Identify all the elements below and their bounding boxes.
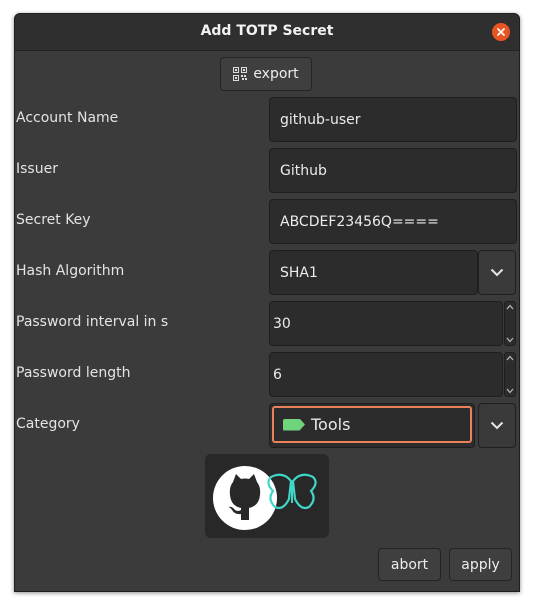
add-totp-dialog: Add TOTP Secret export Account Name gith… <box>14 13 520 592</box>
close-icon <box>497 28 505 36</box>
category-focus-ring[interactable]: Tools <box>272 406 472 443</box>
account-name-value: github-user <box>280 111 361 128</box>
abort-button[interactable]: abort <box>378 548 441 581</box>
password-interval-spinbox[interactable]: 30 <box>269 301 503 346</box>
password-length-value: 6 <box>273 366 282 383</box>
apply-label: apply <box>461 556 500 573</box>
password-interval-value: 30 <box>273 315 291 332</box>
issuer-label: Issuer <box>16 161 58 177</box>
chevron-up-icon[interactable] <box>506 355 514 361</box>
close-button[interactable] <box>492 23 510 41</box>
category-label: Category <box>16 416 80 432</box>
apply-button[interactable]: apply <box>449 548 512 581</box>
window-title: Add TOTP Secret <box>200 23 334 39</box>
tag-icon <box>283 418 305 431</box>
titlebar: Add TOTP Secret <box>15 14 519 51</box>
chevron-down-icon[interactable] <box>506 388 514 394</box>
chevron-down-icon <box>490 268 504 277</box>
secret-key-label: Secret Key <box>16 212 91 228</box>
hash-algorithm-label: Hash Algorithm <box>16 263 125 279</box>
secret-key-value: ABCDEF23456Q==== <box>280 213 439 230</box>
issuer-value: Github <box>280 162 327 179</box>
chevron-down-icon <box>490 421 504 430</box>
issuer-logo[interactable] <box>205 454 329 538</box>
chevron-up-icon[interactable] <box>506 304 514 310</box>
export-label: export <box>253 66 299 82</box>
account-name-field[interactable]: github-user <box>269 97 517 142</box>
password-length-label: Password length <box>16 365 131 381</box>
issuer-field[interactable]: Github <box>269 148 517 193</box>
hash-algorithm-value: SHA1 <box>280 264 318 281</box>
butterfly-icon <box>267 473 317 510</box>
export-button[interactable]: export <box>220 57 312 91</box>
category-value: Tools <box>311 415 351 434</box>
category-select[interactable]: Tools <box>269 403 475 448</box>
account-name-label: Account Name <box>16 110 119 126</box>
password-length-spinbox[interactable]: 6 <box>269 352 503 397</box>
hash-algorithm-select[interactable]: SHA1 <box>269 250 478 295</box>
category-dropdown-button[interactable] <box>478 403 516 448</box>
password-length-stepper[interactable] <box>504 352 516 397</box>
qr-code-icon <box>233 67 248 81</box>
password-interval-stepper[interactable] <box>504 301 516 346</box>
secret-key-field[interactable]: ABCDEF23456Q==== <box>269 199 517 244</box>
chevron-down-icon[interactable] <box>506 337 514 343</box>
hash-algorithm-dropdown-button[interactable] <box>478 250 516 295</box>
abort-label: abort <box>390 556 429 573</box>
password-interval-label: Password interval in s <box>16 314 169 330</box>
